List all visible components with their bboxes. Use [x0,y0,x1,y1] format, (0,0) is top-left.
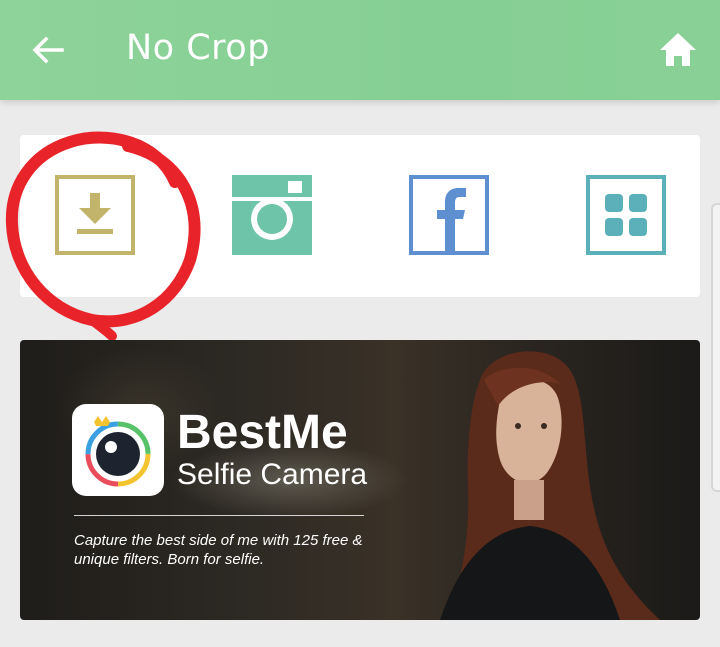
ad-description: Capture the best side of me with 125 fre… [74,532,363,568]
ad-title: BestMe [177,406,348,459]
back-button[interactable] [28,30,68,70]
download-button[interactable] [55,175,135,255]
divider [74,515,364,516]
download-icon [55,175,135,255]
app-bar: No Crop [0,0,720,100]
home-icon [660,33,696,66]
ad-subtitle: Selfie Camera [177,458,368,491]
facebook-icon [409,175,489,255]
instagram-icon [232,175,312,255]
grid-icon [586,175,666,255]
camera-lens-icon [85,416,151,487]
ad-banner[interactable]: BestMe Selfie Camera Capture the best si… [20,340,700,620]
model-photo [440,351,660,620]
home-button[interactable] [657,30,699,70]
page-title: No Crop [126,28,270,68]
more-apps-button[interactable] [586,175,666,255]
scroll-indicator [711,203,720,492]
instagram-button[interactable] [232,175,312,255]
share-options-card [20,135,700,297]
facebook-button[interactable] [409,175,489,255]
bestme-app-logo [72,404,164,496]
arrow-left-icon [32,36,64,64]
